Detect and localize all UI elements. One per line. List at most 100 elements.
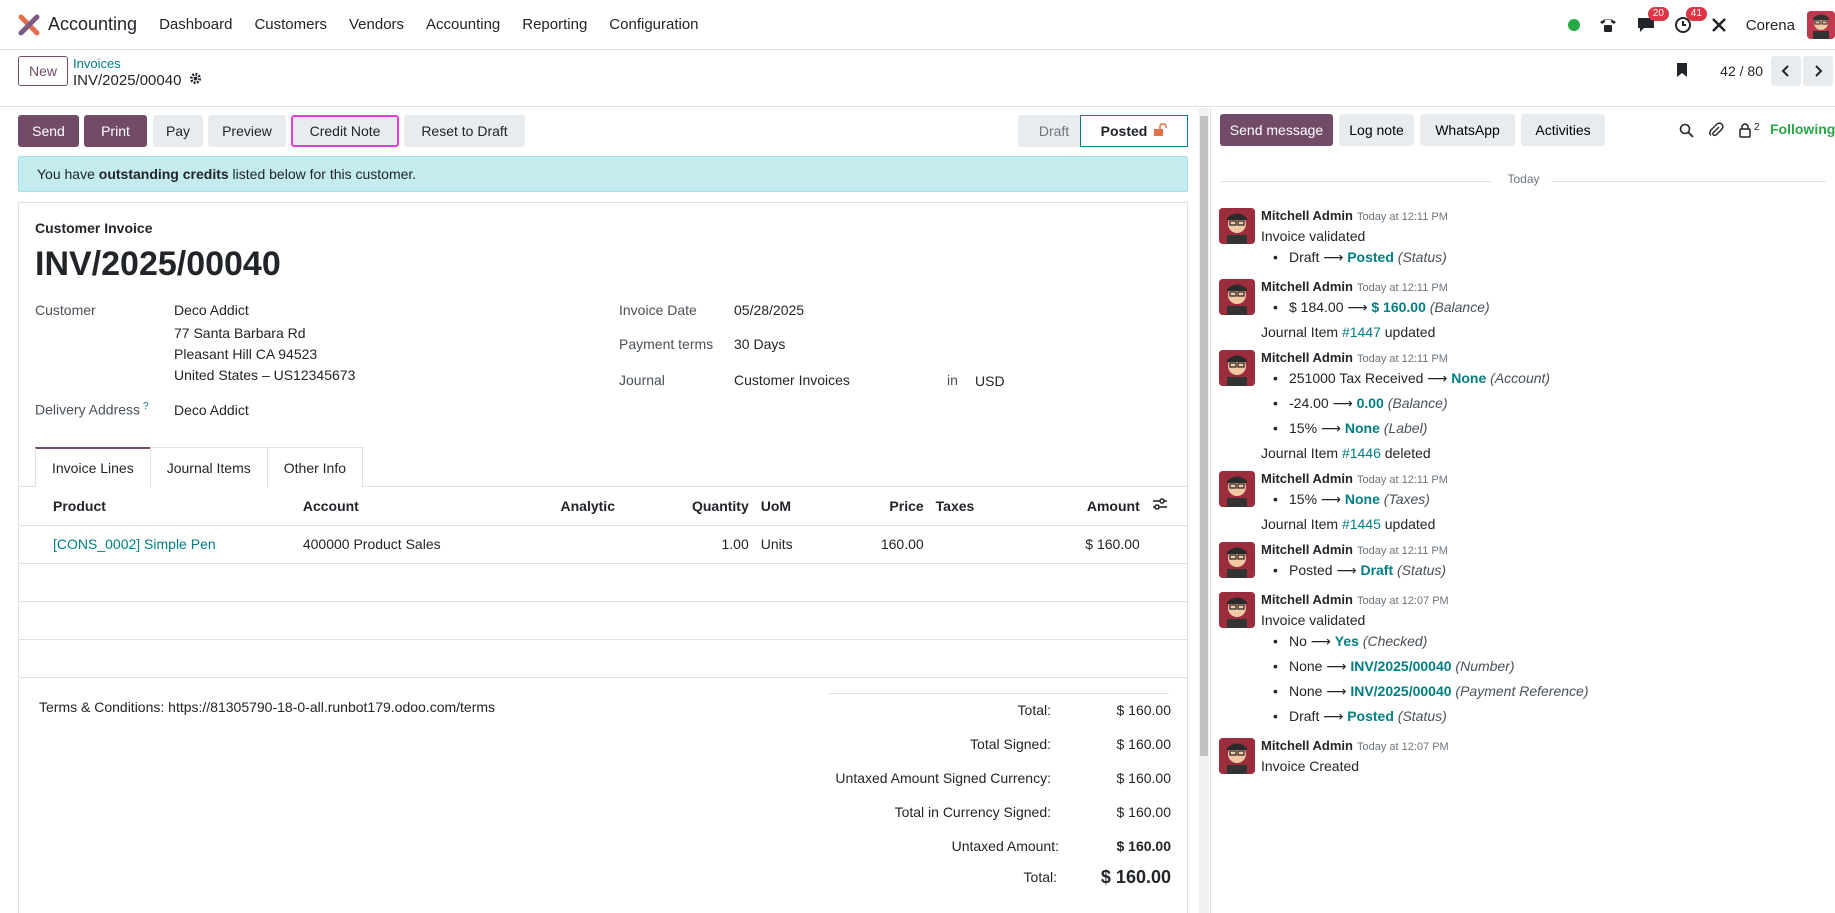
pager-next-button[interactable]: [1803, 56, 1833, 86]
pager-previous-button[interactable]: [1771, 56, 1801, 86]
col-amount[interactable]: Amount: [1032, 487, 1146, 526]
author-name[interactable]: Mitchell Admin: [1261, 738, 1353, 753]
col-account[interactable]: Account: [296, 487, 539, 526]
phone-icon[interactable]: [1598, 16, 1618, 34]
author-name[interactable]: Mitchell Admin: [1261, 208, 1353, 223]
line-account[interactable]: 400000 Product Sales: [296, 525, 539, 564]
author-avatar[interactable]: [1219, 592, 1255, 628]
message-author[interactable]: Mitchell Admin Today at 12:07 PM: [1261, 592, 1449, 607]
line-product[interactable]: [CONS_0002] Simple Pen: [19, 525, 297, 564]
author-avatar[interactable]: [1219, 471, 1255, 507]
form-scrollbar[interactable]: [1199, 108, 1209, 913]
followers-button[interactable]: 2: [1738, 122, 1760, 138]
message-author[interactable]: Mitchell Admin Today at 12:07 PM: [1261, 738, 1449, 753]
author-avatar[interactable]: [1219, 738, 1255, 774]
gear-icon[interactable]: [189, 72, 202, 89]
message-author[interactable]: Mitchell Admin Today at 12:11 PM: [1261, 471, 1448, 486]
help-tooltip-icon[interactable]: ?: [143, 401, 149, 412]
total-value: $ 160.00: [1116, 702, 1172, 718]
journal-field[interactable]: Customer Invoices: [734, 372, 850, 388]
author-name[interactable]: Mitchell Admin: [1261, 471, 1353, 486]
menu-reporting[interactable]: Reporting: [522, 16, 587, 33]
following-button[interactable]: Following: [1770, 121, 1835, 137]
chevron-left-icon: [1781, 65, 1789, 77]
stage-posted[interactable]: Posted: [1080, 115, 1188, 147]
tools-icon[interactable]: [1710, 16, 1728, 34]
delivery-address-field[interactable]: Deco Addict: [174, 402, 249, 418]
activities-icon[interactable]: 41: [1674, 7, 1707, 34]
status-online-icon: [1567, 19, 1580, 31]
journal-item-link[interactable]: #1445: [1342, 516, 1381, 532]
col-price[interactable]: Price: [837, 487, 930, 526]
line-quantity[interactable]: 1.00: [620, 525, 755, 564]
message-time: Today at 12:11 PM: [1356, 211, 1448, 223]
currency-field[interactable]: USD: [975, 373, 1005, 389]
author-name[interactable]: Mitchell Admin: [1261, 542, 1353, 557]
empty-row[interactable]: [19, 563, 1187, 602]
message-author[interactable]: Mitchell Admin Today at 12:11 PM: [1261, 350, 1448, 365]
tab-other-info[interactable]: Other Info: [266, 447, 364, 487]
menu-configuration[interactable]: Configuration: [609, 16, 698, 33]
col-analytic[interactable]: Analytic: [538, 487, 621, 526]
customer-field[interactable]: Deco Addict: [174, 302, 249, 318]
messages-icon[interactable]: 20: [1636, 7, 1669, 34]
message-author[interactable]: Mitchell Admin Today at 12:11 PM: [1261, 542, 1448, 557]
user-avatar[interactable]: [1807, 11, 1835, 39]
empty-row[interactable]: [19, 639, 1187, 678]
author-name[interactable]: Mitchell Admin: [1261, 279, 1353, 294]
pager-value[interactable]: 42 / 80: [1720, 63, 1763, 79]
line-price[interactable]: 160.00: [837, 525, 930, 564]
company-name[interactable]: Corena: [1746, 17, 1795, 34]
currency-in-label: in: [947, 372, 958, 388]
col-product[interactable]: Product: [19, 487, 297, 526]
payment-terms-field[interactable]: 30 Days: [734, 336, 785, 352]
journal-item-link[interactable]: #1446: [1342, 445, 1381, 461]
bookmark-icon[interactable]: [1676, 62, 1688, 81]
menu-customers[interactable]: Customers: [254, 16, 327, 33]
message-author[interactable]: Mitchell Admin Today at 12:11 PM: [1261, 279, 1448, 294]
col-quantity[interactable]: Quantity: [620, 487, 755, 526]
line-taxes[interactable]: [929, 525, 1033, 564]
table-row[interactable]: [CONS_0002] Simple Pen 400000 Product Sa…: [19, 525, 1187, 564]
menu-accounting[interactable]: Accounting: [426, 16, 500, 33]
terms-and-conditions[interactable]: Terms & Conditions: https://81305790-18-…: [39, 699, 495, 715]
col-taxes[interactable]: Taxes: [929, 487, 1033, 526]
credit-note-button[interactable]: Credit Note: [291, 115, 399, 147]
col-uom[interactable]: UoM: [754, 487, 838, 526]
author-avatar[interactable]: [1219, 279, 1255, 315]
author-avatar[interactable]: [1219, 208, 1255, 244]
app-name[interactable]: Accounting: [48, 14, 137, 35]
bullet-icon: •: [1273, 249, 1278, 265]
optional-columns-toggle[interactable]: [1145, 487, 1187, 526]
pay-button[interactable]: Pay: [153, 115, 203, 147]
top-navbar: Accounting Dashboard Customers Vendors A…: [0, 0, 1835, 50]
journal-item-link[interactable]: #1447: [1342, 324, 1381, 340]
send-button[interactable]: Send: [18, 115, 79, 147]
author-avatar[interactable]: [1219, 542, 1255, 578]
empty-row[interactable]: [19, 601, 1187, 640]
send-message-button[interactable]: Send message: [1220, 114, 1333, 146]
new-button[interactable]: New: [18, 56, 69, 86]
scrollbar-thumb[interactable]: [1200, 116, 1208, 756]
print-button[interactable]: Print: [84, 115, 147, 147]
paperclip-icon[interactable]: [1708, 122, 1724, 141]
invoice-date-field[interactable]: 05/28/2025: [734, 302, 804, 318]
tab-invoice-lines[interactable]: Invoice Lines: [35, 447, 151, 487]
search-icon[interactable]: [1679, 123, 1694, 141]
tab-journal-items[interactable]: Journal Items: [149, 447, 268, 487]
author-name[interactable]: Mitchell Admin: [1261, 592, 1353, 607]
preview-button[interactable]: Preview: [208, 115, 286, 147]
line-analytic[interactable]: [538, 525, 621, 564]
accounting-app-icon[interactable]: [18, 14, 40, 36]
log-note-button[interactable]: Log note: [1339, 114, 1414, 146]
reset-to-draft-button[interactable]: Reset to Draft: [404, 115, 525, 147]
menu-vendors[interactable]: Vendors: [349, 16, 404, 33]
line-uom[interactable]: Units: [754, 525, 838, 564]
message-author[interactable]: Mitchell Admin Today at 12:11 PM: [1261, 208, 1448, 223]
breadcrumb-invoices[interactable]: Invoices: [73, 56, 121, 71]
author-name[interactable]: Mitchell Admin: [1261, 350, 1353, 365]
activities-button[interactable]: Activities: [1521, 114, 1605, 146]
whatsapp-button[interactable]: WhatsApp: [1420, 114, 1515, 146]
menu-dashboard[interactable]: Dashboard: [159, 16, 232, 33]
author-avatar[interactable]: [1219, 350, 1255, 386]
